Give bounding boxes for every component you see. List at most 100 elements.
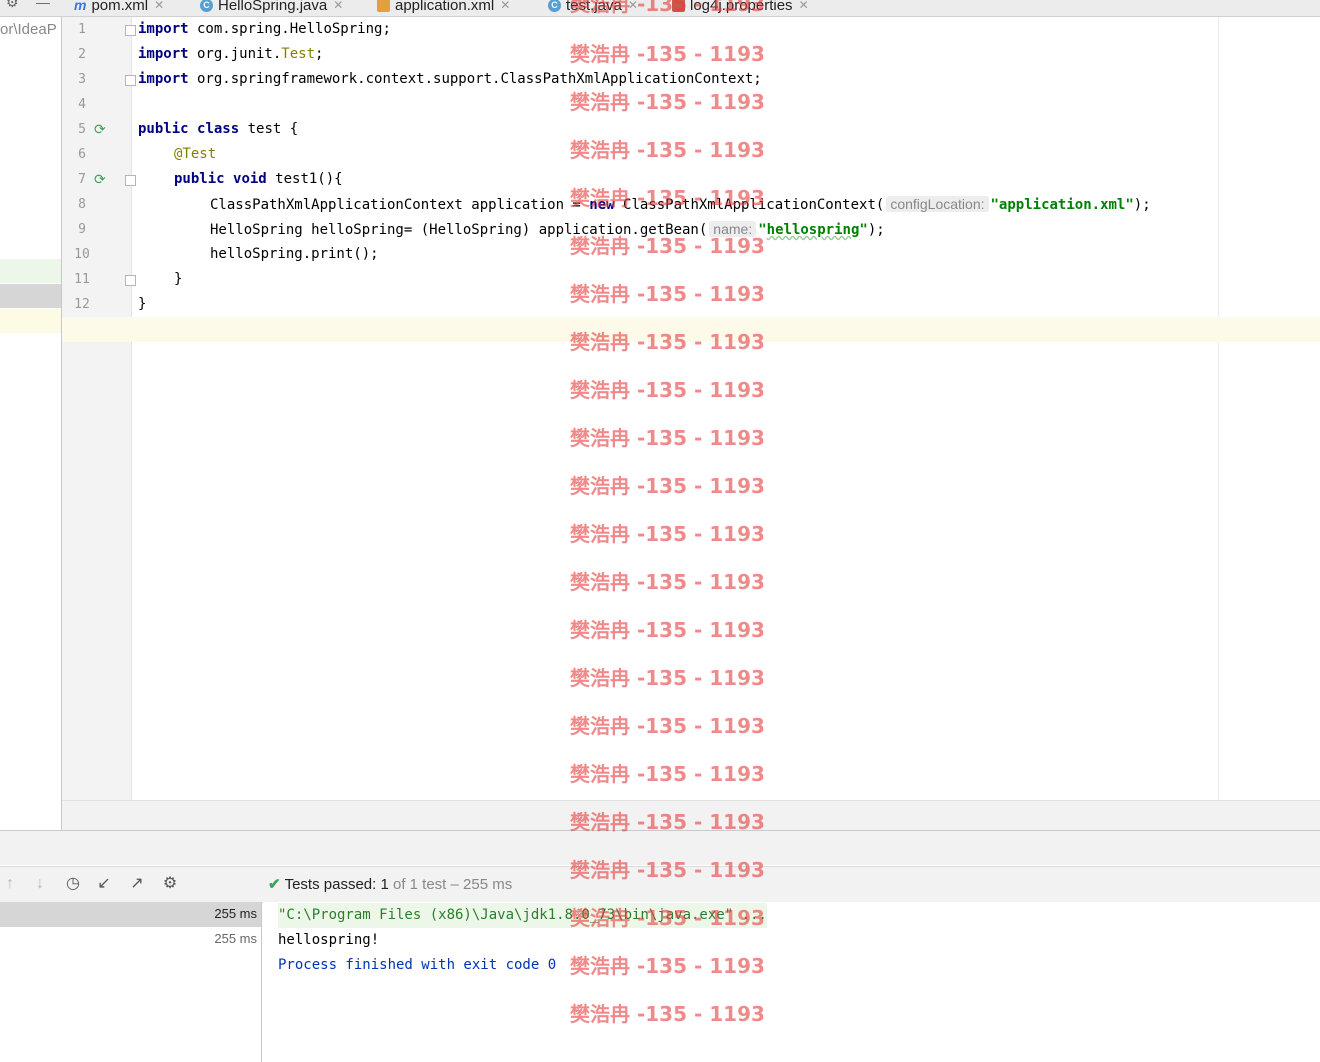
close-icon[interactable]: ✕ [500, 0, 510, 12]
tab-application-xml[interactable]: application.xml ✕ [377, 0, 510, 16]
close-icon[interactable]: ✕ [628, 0, 638, 12]
class-icon: C [200, 0, 213, 12]
annotation: @Test [174, 146, 217, 162]
test-tree-row[interactable]: 255 ms [0, 902, 261, 927]
line-number: 11 [74, 272, 90, 287]
tab-label: application.xml [395, 0, 495, 14]
test-duration: 255 ms [214, 906, 257, 921]
minimize-icon[interactable]: — [36, 0, 50, 10]
next-failed-test-icon[interactable]: ↓ [30, 874, 50, 894]
code-line[interactable]: public class test { [138, 117, 298, 142]
class-icon: C [548, 0, 561, 12]
tab-label: test.java [566, 0, 622, 14]
line-number: 12 [74, 297, 90, 312]
parameter-hint: name: [709, 221, 757, 237]
line-number: 8 [78, 197, 86, 212]
check-icon: ✔ [268, 876, 281, 893]
code-editor[interactable] [132, 17, 1320, 800]
keyword: class [197, 121, 240, 137]
tab-label: pom.xml [91, 0, 149, 14]
project-tool-window[interactable]: or\IdeaP [0, 17, 62, 830]
fold-icon[interactable] [125, 25, 136, 36]
current-line-highlight [62, 317, 1320, 342]
code-line[interactable]: HelloSpring helloSpring= (HelloSpring) a… [210, 217, 885, 242]
keyword: import [138, 46, 189, 62]
test-tree-row[interactable]: 255 ms [0, 927, 261, 952]
keyword: import [138, 21, 189, 37]
code-text: test1(){ [266, 171, 343, 187]
code-line[interactable]: } [174, 267, 182, 292]
string-quote: " [758, 222, 767, 238]
right-margin-guide [1218, 17, 1219, 800]
run-test-icon[interactable]: ⟳ [94, 171, 110, 187]
line-number: 10 [74, 247, 90, 262]
fold-icon[interactable] [125, 75, 136, 86]
status-prefix: Tests passed: [284, 876, 377, 893]
tree-highlight [0, 309, 61, 333]
line-number: 4 [78, 97, 86, 112]
code-text: ; [315, 46, 324, 62]
code-text: org.junit. [188, 46, 282, 62]
code-line[interactable]: helloSpring.print(); [210, 242, 379, 267]
status-count: 1 [380, 876, 389, 893]
close-icon[interactable]: ✕ [154, 0, 164, 12]
code-text: org.springframework.context.support.Clas… [188, 71, 762, 87]
keyword: public [138, 121, 189, 137]
line-number: 3 [78, 72, 86, 87]
line-number: 2 [78, 47, 86, 62]
tab-label: HelloSpring.java [218, 0, 328, 14]
fold-icon[interactable] [125, 275, 136, 286]
code-line[interactable]: import com.spring.HelloSpring; [138, 17, 391, 42]
test-results-tree[interactable]: 255 ms 255 ms [0, 902, 262, 1062]
fold-icon[interactable] [125, 175, 136, 186]
code-text: ); [867, 222, 885, 238]
tree-highlight [0, 259, 61, 283]
test-runner-toolbar: ↑ ↓ ◷ ↙ ↗ ⚙ ✔ Tests passed: 1 of 1 test –… [0, 866, 1320, 903]
code-line[interactable]: import org.springframework.context.suppo… [138, 67, 762, 92]
tab-hellospring-java[interactable]: C HelloSpring.java ✕ [200, 0, 343, 16]
gear-icon[interactable]: ⚙ [160, 874, 180, 894]
editor-tab-bar: ⚙ — m pom.xml ✕ C HelloSpring.java ✕ app… [0, 0, 1320, 17]
console-exit-line: Process finished with exit code 0 [278, 957, 557, 973]
test-status: ✔ Tests passed: 1 of 1 test – 255 ms [268, 875, 512, 893]
keyword: new [589, 197, 615, 213]
tree-selection [0, 284, 61, 308]
code-text: ClassPathXmlApplicationContext applicati… [210, 197, 590, 213]
code-text: } [174, 271, 183, 287]
previous-failed-test-icon[interactable]: ↑ [0, 874, 20, 894]
history-icon[interactable]: ◷ [63, 874, 83, 894]
code-text: com.spring.HelloSpring; [188, 21, 391, 37]
import-tests-icon[interactable]: ↙ [94, 874, 114, 894]
code-text: helloSpring.print(); [210, 246, 379, 262]
code-text: test { [239, 121, 299, 137]
tab-pom-xml[interactable]: m pom.xml ✕ [74, 0, 164, 16]
keyword: void [233, 171, 267, 187]
line-number: 1 [78, 22, 86, 37]
code-line[interactable]: ClassPathXmlApplicationContext applicati… [210, 192, 1151, 217]
console-command-line[interactable]: "C:\Program Files (x86)\Java\jdk1.8.0_73… [278, 903, 767, 928]
maven-icon: m [74, 0, 87, 13]
code-line[interactable]: } [138, 292, 146, 317]
string-literal: hellospring [766, 222, 860, 238]
keyword: public [174, 171, 225, 187]
close-icon[interactable]: ✕ [333, 0, 343, 12]
code-line[interactable]: @Test [174, 142, 216, 167]
class-reference: Test [281, 46, 316, 62]
close-icon[interactable]: ✕ [799, 0, 809, 12]
gear-icon[interactable]: ⚙ [6, 0, 19, 11]
editor-breadcrumb-bar [62, 800, 1320, 831]
status-suffix: of 1 test – 255 ms [392, 876, 513, 893]
console-output[interactable]: "C:\Program Files (x86)\Java\jdk1.8.0_73… [263, 902, 1320, 1062]
code-line[interactable]: public void test1(){ [174, 167, 343, 192]
run-test-icon[interactable]: ⟳ [94, 121, 110, 137]
properties-icon [672, 0, 685, 12]
string-quote: " [859, 222, 868, 238]
console-output-line: hellospring! [278, 932, 380, 948]
tab-test-java[interactable]: C test.java ✕ [548, 0, 638, 16]
code-line[interactable]: import org.junit.Test; [138, 42, 323, 67]
keyword: import [138, 71, 189, 87]
tab-log4j-properties[interactable]: log4j.properties ✕ [672, 0, 809, 16]
export-tests-icon[interactable]: ↗ [127, 874, 147, 894]
string-literal: "application.xml" [990, 197, 1134, 213]
test-duration: 255 ms [214, 931, 257, 946]
